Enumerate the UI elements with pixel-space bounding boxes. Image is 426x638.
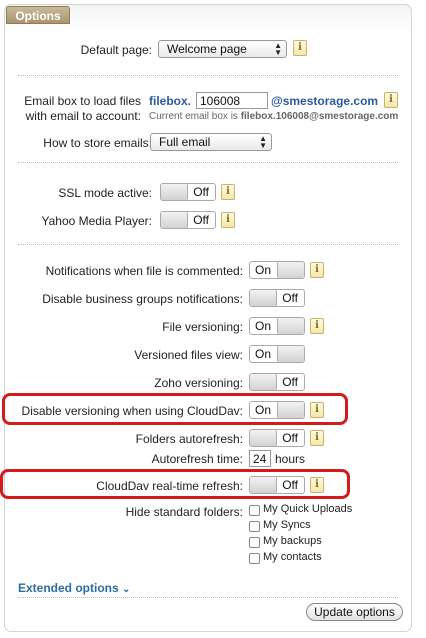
autorefresh-time-input[interactable] [249, 450, 271, 467]
notifications-commented-label: Notifications when file is commented: [45, 264, 243, 278]
yahoo-player-toggle[interactable]: Off [160, 211, 216, 229]
disable-business-label: Disable business groups notifications: [42, 292, 243, 306]
default-page-label: Default page: [80, 43, 152, 57]
file-versioning-label: File versioning: [162, 320, 243, 334]
versioned-view-toggle[interactable]: On [249, 345, 305, 363]
section-divider [18, 597, 398, 598]
autorefresh-time-label: Autorefresh time: [151, 452, 243, 466]
zoho-versioning-label: Zoho versioning: [154, 376, 243, 390]
checkbox-label: My Quick Uploads [263, 503, 353, 515]
file-versioning-toggle[interactable]: On [249, 317, 305, 335]
yahoo-player-label: Yahoo Media Player: [41, 214, 152, 228]
email-box-label-line2: with email to account: [25, 109, 141, 123]
checkbox-label: My contacts [263, 551, 322, 563]
toggle-knob [277, 402, 304, 418]
info-icon[interactable]: i [221, 212, 235, 228]
email-box-input[interactable] [196, 92, 268, 109]
toggle-state: Off [193, 213, 209, 227]
email-box-hint: Current email box is filebox.106008@smes… [149, 111, 399, 122]
zoho-versioning-toggle[interactable]: Off [249, 373, 305, 391]
toggle-knob [161, 184, 188, 200]
toggle-knob [250, 477, 277, 493]
cloudav-realtime-label: CloudDav real-time refresh: [96, 479, 243, 493]
email-domain: @smestorage.com [271, 94, 379, 108]
checkbox-label: My Syncs [263, 519, 311, 531]
default-page-select[interactable]: Welcome page ▲ ▼ [158, 40, 287, 58]
ssl-mode-label: SSL mode active: [58, 186, 152, 200]
folders-autorefresh-label: Folders autorefresh: [135, 432, 243, 446]
checkbox-my-contacts[interactable] [249, 553, 260, 564]
info-icon[interactable]: i [310, 402, 324, 418]
email-prefix: filebox. [149, 94, 192, 108]
toggle-state: Off [282, 375, 298, 389]
extended-options-label: Extended options [18, 581, 119, 595]
toggle-knob [250, 430, 277, 446]
disable-business-toggle[interactable]: Off [249, 289, 305, 307]
info-icon[interactable]: i [310, 262, 324, 278]
extended-options-link[interactable]: Extended options ⌄ [18, 581, 130, 595]
store-emails-value: Full email [159, 135, 211, 149]
info-icon[interactable]: i [384, 92, 398, 108]
info-icon[interactable]: i [221, 184, 235, 200]
select-arrows-icon: ▲ ▼ [274, 41, 282, 57]
select-arrows-icon: ▲ ▼ [259, 134, 267, 150]
cloudav-versioning-label: Disable versioning when using CloudDav: [21, 404, 243, 418]
toggle-knob [250, 290, 277, 306]
toggle-state: On [255, 403, 272, 417]
toggle-knob [161, 212, 188, 228]
section-divider [18, 162, 398, 163]
section-divider [18, 244, 398, 245]
toggle-knob [277, 262, 304, 278]
folders-autorefresh-toggle[interactable]: Off [249, 429, 305, 447]
hide-folders-label: Hide standard folders: [125, 505, 243, 519]
checkbox-my-backups[interactable] [249, 537, 260, 548]
store-emails-select[interactable]: Full email ▲ ▼ [150, 133, 272, 151]
default-page-value: Welcome page [167, 42, 247, 56]
toggle-state: On [255, 263, 272, 277]
autorefresh-time-unit: hours [275, 452, 306, 466]
toggle-knob [277, 346, 304, 362]
toggle-state: On [255, 319, 272, 333]
update-options-button[interactable]: Update options [306, 603, 403, 621]
toggle-state: Off [282, 431, 298, 445]
versioned-view-label: Versioned files view: [134, 348, 243, 362]
tab-options[interactable]: Options [6, 6, 70, 24]
info-icon[interactable]: i [310, 477, 324, 493]
toggle-knob [277, 318, 304, 334]
checkbox-my-quick-uploads[interactable] [249, 505, 260, 516]
store-emails-label: How to store emails: [43, 136, 152, 150]
toggle-state: Off [282, 291, 298, 305]
cloudav-versioning-toggle[interactable]: On [249, 401, 305, 419]
info-icon[interactable]: i [293, 40, 307, 56]
ssl-mode-toggle[interactable]: Off [160, 183, 216, 201]
checkbox-my-syncs[interactable] [249, 521, 260, 532]
email-box-label-line1: Email box to load files [24, 94, 141, 108]
cloudav-realtime-toggle[interactable]: Off [249, 476, 305, 494]
checkbox-label: My backups [263, 535, 322, 547]
info-icon[interactable]: i [310, 318, 324, 334]
toggle-state: Off [193, 185, 209, 199]
chevron-down-icon: ⌄ [122, 584, 131, 595]
toggle-state: Off [282, 478, 298, 492]
section-divider [18, 75, 398, 76]
toggle-state: On [255, 347, 272, 361]
notifications-commented-toggle[interactable]: On [249, 261, 305, 279]
toggle-knob [250, 374, 277, 390]
info-icon[interactable]: i [310, 430, 324, 446]
